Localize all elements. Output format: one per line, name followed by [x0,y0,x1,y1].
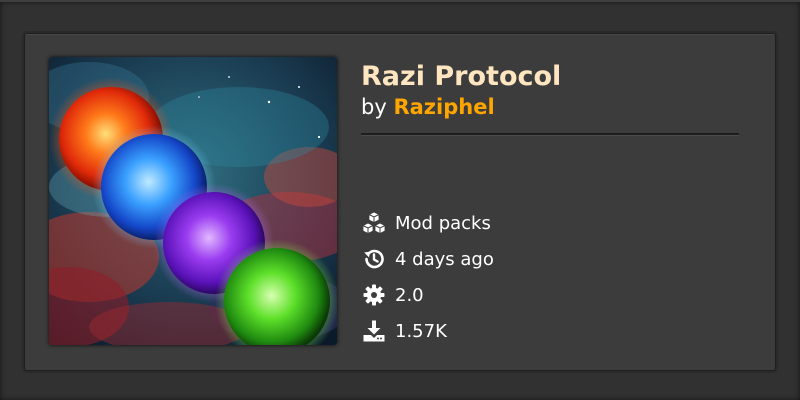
stat-category-label: Mod packs [395,212,491,234]
stat-category: Mod packs [361,208,491,238]
cubes-icon [361,210,387,236]
author-link[interactable]: Raziphel [393,95,494,119]
mod-title[interactable]: Razi Protocol [361,61,561,92]
stat-downloads-label: 1.57K [395,320,447,342]
page-frame: Razi Protocol by Raziphel Mod packs 4 da… [0,0,800,400]
mod-card[interactable]: Razi Protocol by Raziphel Mod packs 4 da… [24,33,776,371]
gear-icon [361,282,387,308]
history-icon [361,246,387,272]
divider [361,133,739,136]
stat-updated-label: 4 days ago [395,248,494,270]
mod-thumbnail[interactable] [49,57,337,345]
by-prefix: by [361,95,387,119]
download-icon [361,318,387,344]
mod-byline: by Raziphel [361,95,495,119]
stat-updated: 4 days ago [361,244,494,274]
stat-version: 2.0 [361,280,424,310]
stat-downloads: 1.57K [361,316,447,346]
stat-version-label: 2.0 [395,284,424,306]
mod-info: Razi Protocol by Raziphel Mod packs 4 da… [361,34,741,370]
thumbnail-image [49,57,337,345]
